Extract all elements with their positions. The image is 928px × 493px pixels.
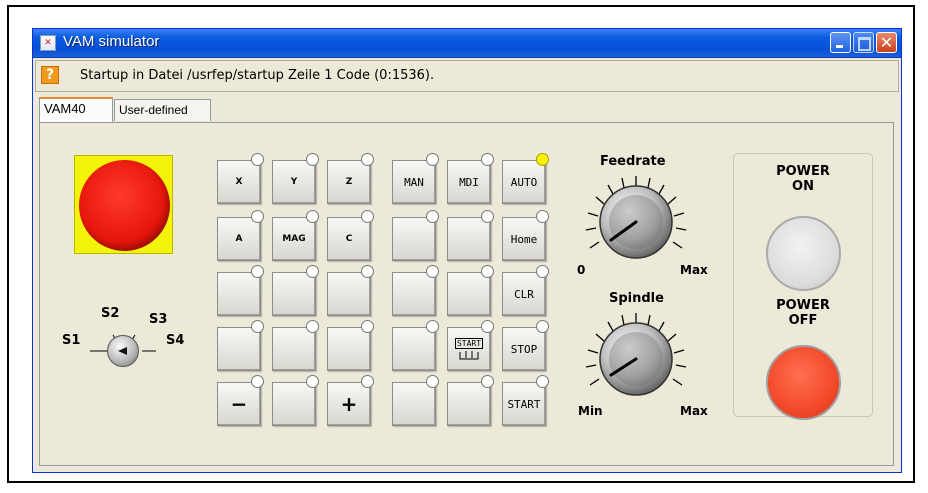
led-indicator <box>426 210 439 223</box>
key-z[interactable]: Z <box>327 160 371 204</box>
led-indicator <box>481 153 494 166</box>
led-indicator <box>361 210 374 223</box>
key-auto[interactable]: AUTO <box>502 160 546 204</box>
selector-pointer-icon <box>118 347 127 355</box>
led-indicator <box>481 265 494 278</box>
cycle-arrows-icon <box>459 350 479 359</box>
led-indicator <box>306 265 319 278</box>
key-x[interactable]: X <box>217 160 261 204</box>
led-indicator <box>536 375 549 388</box>
simulator-icon: ✕ <box>40 35 56 51</box>
led-indicator <box>361 265 374 278</box>
led-indicator <box>361 320 374 333</box>
led-indicator <box>426 153 439 166</box>
feedrate-max-label: Max <box>680 263 708 277</box>
power-off-label: POWER OFF <box>733 298 873 328</box>
key-blank[interactable] <box>447 272 491 316</box>
cycle-start-label: START <box>454 337 484 349</box>
key-blank[interactable] <box>392 272 436 316</box>
led-indicator <box>426 265 439 278</box>
key-mag[interactable]: MAG <box>272 217 316 261</box>
key-cycle-start[interactable]: START <box>447 327 491 371</box>
maximize-icon <box>854 33 873 52</box>
key-start[interactable]: START <box>502 382 546 426</box>
led-indicator <box>251 210 264 223</box>
minimize-icon <box>831 33 850 52</box>
status-bar: ? Startup in Datei /usrfep/startup Zeile… <box>35 60 899 92</box>
key-blank[interactable] <box>447 382 491 426</box>
key-blank[interactable] <box>392 382 436 426</box>
led-indicator <box>306 320 319 333</box>
power-off-button[interactable] <box>766 345 841 420</box>
key-blank[interactable] <box>447 217 491 261</box>
key-blank[interactable] <box>272 272 316 316</box>
key-blank[interactable] <box>272 327 316 371</box>
led-indicator <box>251 265 264 278</box>
led-indicator <box>251 153 264 166</box>
power-off-label-line1: POWER <box>776 298 830 313</box>
window-title: VAM simulator <box>63 33 160 50</box>
led-indicator <box>536 320 549 333</box>
led-indicator <box>306 153 319 166</box>
feedrate-min-label: 0 <box>577 263 586 277</box>
led-indicator <box>306 375 319 388</box>
power-on-label-line2: ON <box>792 179 814 194</box>
mode-selector-knob[interactable] <box>107 335 139 367</box>
spindle-min-label: Min <box>578 404 603 418</box>
led-indicator <box>481 375 494 388</box>
led-indicator <box>536 265 549 278</box>
key-minus[interactable]: − <box>217 382 261 426</box>
power-on-button[interactable] <box>766 216 841 291</box>
key-man[interactable]: MAN <box>392 160 436 204</box>
led-indicator <box>361 153 374 166</box>
status-message: Startup in Datei /usrfep/startup Zeile 1… <box>80 68 435 83</box>
key-blank[interactable] <box>217 272 261 316</box>
key-c[interactable]: C <box>327 217 371 261</box>
tab-vam40[interactable]: VAM40 <box>39 97 113 122</box>
titlebar[interactable]: ✕ VAM simulator ✕ <box>33 29 901 58</box>
close-icon: ✕ <box>879 33 894 52</box>
key-blank[interactable] <box>327 327 371 371</box>
power-off-label-line2: OFF <box>788 313 818 328</box>
close-button[interactable]: ✕ <box>876 32 897 53</box>
emergency-stop-button[interactable] <box>79 160 170 251</box>
led-indicator <box>536 210 549 223</box>
led-indicator <box>361 375 374 388</box>
key-mdi[interactable]: MDI <box>447 160 491 204</box>
key-a[interactable]: A <box>217 217 261 261</box>
feedrate-dial[interactable] <box>578 170 694 270</box>
key-blank[interactable] <box>217 327 261 371</box>
feedrate-title: Feedrate <box>600 154 666 169</box>
key-plus[interactable]: + <box>327 382 371 426</box>
key-blank[interactable] <box>272 382 316 426</box>
led-indicator <box>481 320 494 333</box>
led-indicator <box>251 320 264 333</box>
power-on-label: POWER ON <box>733 164 873 194</box>
tab-user-defined[interactable]: User-defined <box>114 99 211 121</box>
key-stop[interactable]: STOP <box>502 327 546 371</box>
led-auto-active <box>536 153 549 166</box>
key-home[interactable]: Home <box>502 217 546 261</box>
led-indicator <box>306 210 319 223</box>
spindle-dial[interactable] <box>578 307 694 407</box>
key-blank[interactable] <box>327 272 371 316</box>
led-indicator <box>426 375 439 388</box>
maximize-button[interactable] <box>853 32 874 53</box>
minimize-button[interactable] <box>830 32 851 53</box>
key-blank[interactable] <box>392 327 436 371</box>
spindle-max-label: Max <box>680 404 708 418</box>
led-indicator <box>426 320 439 333</box>
key-blank[interactable] <box>392 217 436 261</box>
spindle-title: Spindle <box>609 291 664 306</box>
key-y[interactable]: Y <box>272 160 316 204</box>
led-indicator <box>481 210 494 223</box>
selector-label-s1: S1 <box>62 333 81 348</box>
power-on-label-line1: POWER <box>776 164 830 179</box>
key-clr[interactable]: CLR <box>502 272 546 316</box>
led-indicator <box>251 375 264 388</box>
question-icon: ? <box>41 66 59 84</box>
